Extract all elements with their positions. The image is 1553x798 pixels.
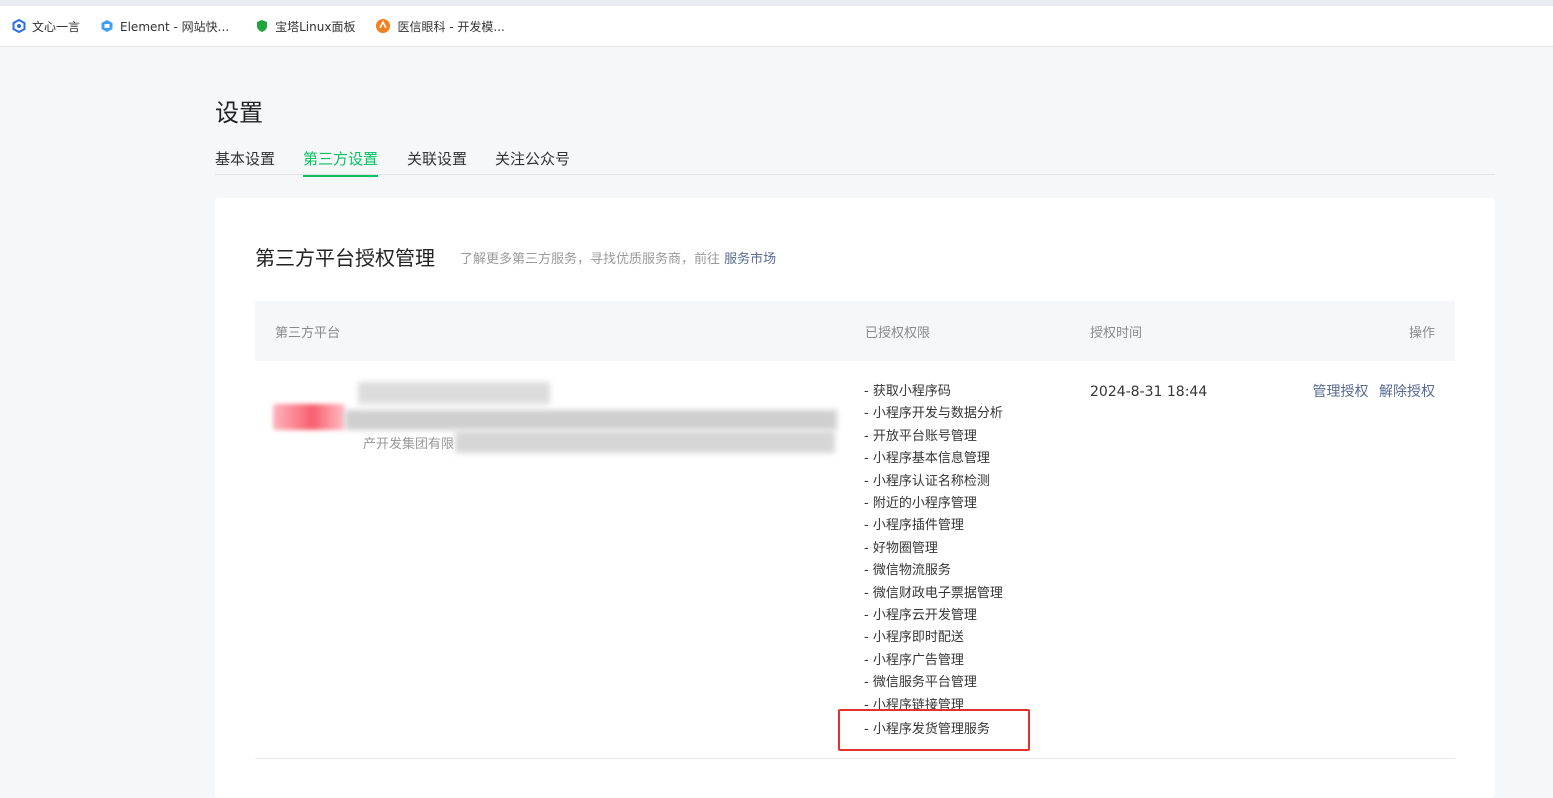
bookmark-wenxin[interactable]: 文心一言 — [12, 18, 80, 35]
platform-logo — [273, 404, 345, 430]
row-divider — [255, 758, 1455, 759]
service-market-link[interactable]: 服务市场 — [724, 252, 776, 267]
highlight-annotation-box — [838, 709, 1030, 751]
company-description: 产开发集团有限 — [363, 437, 455, 452]
permission-item: - 开放平台账号管理 — [864, 428, 977, 444]
permission-item: - 小程序认证名称检测 — [864, 473, 990, 489]
tab-basic-settings[interactable]: 基本设置 — [215, 148, 275, 175]
permission-item: - 好物圈管理 — [864, 540, 938, 556]
revoke-auth-link[interactable]: 解除授权 — [1379, 384, 1435, 400]
permission-item: - 微信物流服务 — [864, 563, 951, 579]
bookmark-yixin[interactable]: 医信眼科 - 开发模... — [375, 18, 505, 35]
settings-tabs: 基本设置 第三方设置 关联设置 关注公众号 — [215, 145, 1495, 177]
section-title: 第三方平台授权管理 — [255, 246, 435, 270]
permission-item: - 小程序开发与数据分析 — [864, 406, 1003, 422]
column-platform: 第三方平台 — [275, 326, 341, 341]
bookmarks-bar: 文心一言 Element - 网站快... 宝塔Linux面板 医信眼科 - 开… — [0, 6, 1553, 47]
permission-list: - 获取小程序码 - 小程序开发与数据分析 - 开放平台账号管理 - 小程序基本… — [864, 381, 1003, 742]
permission-item: - 小程序即时配送 — [864, 630, 964, 646]
column-actions: 操作 — [1408, 326, 1435, 341]
bookmark-baota[interactable]: 宝塔Linux面板 — [255, 18, 355, 35]
permission-item: - 获取小程序码 — [864, 384, 951, 399]
manage-auth-link[interactable]: 管理授权 — [1313, 384, 1369, 400]
table-header: 第三方平台 已授权权限 授权时间 操作 — [255, 301, 1455, 361]
baota-shield-icon — [257, 20, 268, 32]
permission-item: - 小程序插件管理 — [864, 518, 964, 534]
company-description-redacted — [455, 431, 835, 453]
tab-follow-official-account[interactable]: 关注公众号 — [495, 148, 570, 175]
section-tip: 了解更多第三方服务，寻找优质服务商，前往 服务市场 — [460, 248, 776, 267]
permission-item: - 附近的小程序管理 — [864, 496, 977, 512]
bookmark-label: 文心一言 — [32, 19, 81, 34]
auth-time: 2024-8-31 18:44 — [1090, 384, 1208, 400]
yixin-icon — [376, 19, 391, 33]
bookmark-label: 医信眼科 - 开发模... — [397, 19, 505, 34]
platform-name-redacted — [358, 382, 550, 404]
permission-item: - 微信服务平台管理 — [864, 675, 977, 691]
permission-item: - 小程序云开发管理 — [864, 608, 977, 624]
page-title: 设置 — [215, 99, 263, 127]
tab-third-party-settings[interactable]: 第三方设置 — [303, 148, 379, 177]
tab-association-settings[interactable]: 关联设置 — [407, 148, 467, 175]
bookmark-label: Element - 网站快... — [120, 19, 230, 34]
bookmark-label: 宝塔Linux面板 — [275, 19, 356, 34]
permission-item: - 微信财政电子票据管理 — [864, 585, 1003, 601]
section-tip-text: 了解更多第三方服务，寻找优质服务商，前往 — [460, 252, 721, 267]
third-party-auth-card: 第三方平台授权管理 了解更多第三方服务，寻找优质服务商，前往 服务市场 第三方平… — [215, 198, 1495, 798]
platform-info-redacted — [345, 410, 837, 430]
bookmark-element[interactable]: Element - 网站快... — [100, 18, 229, 35]
row-actions: 管理授权 解除授权 — [1307, 381, 1435, 403]
element-icon — [101, 20, 113, 32]
column-permissions: 已授权权限 — [865, 326, 931, 341]
permission-item: - 小程序广告管理 — [864, 652, 964, 668]
column-auth-time: 授权时间 — [1090, 326, 1143, 341]
permission-item: - 小程序基本信息管理 — [864, 451, 990, 467]
wenxin-icon — [12, 19, 26, 33]
